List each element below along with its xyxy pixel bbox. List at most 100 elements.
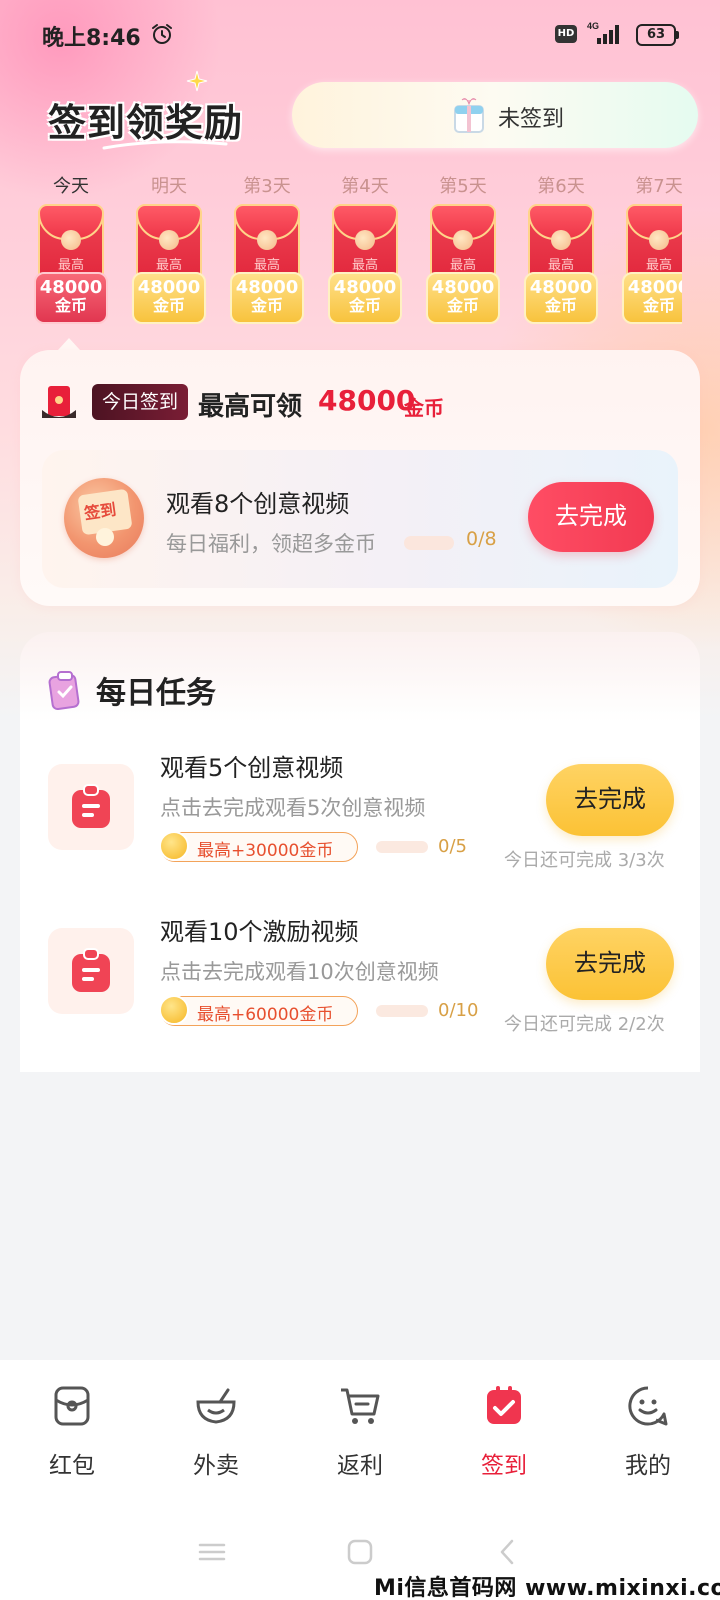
day-max-label: 最高 <box>351 258 378 273</box>
day-label: 今天 <box>53 176 89 197</box>
red-packet-icon <box>54 1386 90 1426</box>
task-remaining-text: 今日还可完成 2/2次 <box>504 1014 665 1035</box>
featured-task-title: 观看8个创意视频 <box>166 490 350 518</box>
task-progress-text: 0/10 <box>438 1000 479 1021</box>
day-amount-unit: 金币 <box>250 296 283 315</box>
coin-icon <box>159 995 189 1025</box>
status-time: 晚上8:46 <box>42 26 141 51</box>
day-reward-card[interactable]: 最高 48000金币 <box>426 204 500 326</box>
day-strip[interactable]: 今天 最高 48000 金币 明天 最高 48000 金币 第3天 最高 48000 金币 第4天 最高 4… <box>0 160 682 340</box>
nav-label: 我的 <box>625 1453 671 1479</box>
nav-item-rebate[interactable]: 返利 <box>310 1384 410 1494</box>
checkin-icon <box>487 1386 521 1424</box>
battery-level: 63 <box>636 24 676 46</box>
day-amount-unit: 金币 <box>152 296 185 315</box>
task-go-button[interactable]: 去完成 <box>546 764 674 836</box>
network-type: 4G <box>587 21 599 31</box>
task-title: 观看5个创意视频 <box>160 754 344 782</box>
day-amount: 48000 <box>39 277 103 298</box>
day-amount: 48000 <box>529 277 593 298</box>
signal-icon: 4G <box>587 21 619 44</box>
day-reward-card[interactable]: 最高 48000金币 <box>622 204 682 326</box>
day-amount: 48000 <box>627 277 682 298</box>
today-amount: 48000 <box>318 384 416 417</box>
today-signin-tag: 今日签到 <box>92 384 189 420</box>
back-icon[interactable] <box>492 1536 524 1568</box>
day-max-label: 最高 <box>449 258 476 273</box>
day-reward-card[interactable]: 最高 48000金币 <box>328 204 402 326</box>
task-progress-bar <box>376 1005 428 1017</box>
day-amount: 48000 <box>137 277 201 298</box>
envelope-seal <box>355 230 375 250</box>
hd-badge: HD <box>555 25 577 43</box>
day-label: 第7天 <box>635 176 682 197</box>
day-max-label: 最高 <box>155 258 182 273</box>
task-reward-pill: 最高+30000金币 <box>159 831 358 862</box>
envelope-seal <box>453 230 473 250</box>
nav-item-checkin[interactable]: 签到 <box>454 1384 554 1494</box>
menu-icon[interactable] <box>196 1536 228 1568</box>
featured-task-progress: 0/8 <box>466 528 497 550</box>
day-label: 第5天 <box>439 176 487 197</box>
featured-task-progress-bar <box>404 536 454 550</box>
featured-task-go-button[interactable]: 去完成 <box>528 482 654 552</box>
signin-status-text: 未签到 <box>498 107 565 132</box>
task-description: 点击去完成观看5次创意视频 <box>160 796 426 820</box>
day-label: 第4天 <box>341 176 389 197</box>
nav-item-red-packet[interactable]: 红包 <box>22 1384 122 1494</box>
day-label: 明天 <box>151 176 187 197</box>
today-amount-unit: 金币 <box>404 396 444 420</box>
day-amount-unit: 金币 <box>544 296 577 315</box>
day-reward-card[interactable]: 最高 48000金币 <box>524 204 598 326</box>
day-max-label: 最高 <box>645 258 672 273</box>
watermark-text: Mi信息首码网 www.mixinxi.com <box>374 1576 720 1600</box>
nav-item-profile[interactable]: 我的 <box>598 1384 698 1494</box>
battery-cap <box>676 31 679 39</box>
alarm-icon <box>152 24 172 44</box>
task-remaining-text: 今日还可完成 3/3次 <box>504 850 665 871</box>
task-list-icon <box>72 948 110 992</box>
daily-tasks-title: 每日任务 <box>96 676 216 711</box>
nav-label: 签到 <box>481 1453 527 1479</box>
cart-icon <box>341 1388 380 1424</box>
coin-icon <box>159 831 189 861</box>
sparkle-icon <box>186 70 208 92</box>
task-list-icon <box>72 784 110 828</box>
day-amount: 48000 <box>431 277 495 298</box>
nav-item-takeout[interactable]: 外卖 <box>166 1384 266 1494</box>
signin-badge-seal <box>96 528 114 546</box>
nav-label: 外卖 <box>193 1453 239 1479</box>
day-amount: 48000 <box>235 277 299 298</box>
envelope-seal <box>159 230 179 250</box>
battery-indicator: 63 <box>636 24 680 46</box>
nav-label: 红包 <box>49 1453 95 1479</box>
day-label: 第3天 <box>243 176 291 197</box>
signin-badge-text: 签到 <box>83 499 118 524</box>
day-max-label: 最高 <box>57 258 84 273</box>
day-reward-card[interactable]: 最高 48000金币 <box>132 204 206 326</box>
task-go-button[interactable]: 去完成 <box>546 928 674 1000</box>
day-reward-card[interactable]: 最高 48000金币 <box>34 204 108 326</box>
day-amount-unit: 金币 <box>348 296 381 315</box>
bowl-icon <box>196 1388 236 1424</box>
title-underline-swoosh <box>102 140 228 150</box>
featured-task-subtitle: 每日福利，领超多金币 <box>166 532 376 556</box>
day-reward-card[interactable]: 最高 48000金币 <box>230 204 304 326</box>
task-progress-bar <box>376 841 428 853</box>
status-bar: 晚上8:46 HD 4G 63 <box>0 0 720 70</box>
task-title: 观看10个激励视频 <box>160 918 359 946</box>
today-pointer <box>58 338 80 350</box>
day-max-label: 最高 <box>253 258 280 273</box>
task-reward-text: 最高+30000金币 <box>197 841 334 861</box>
envelope-seal <box>551 230 571 250</box>
envelope-seal <box>649 230 669 250</box>
day-label: 第6天 <box>537 176 585 197</box>
task-clipboard-icon <box>48 671 80 710</box>
task-reward-text: 最高+60000金币 <box>197 1005 334 1025</box>
task-description: 点击去完成观看10次创意视频 <box>160 960 439 984</box>
day-amount: 48000 <box>333 277 397 298</box>
day-amount-unit: 金币 <box>54 296 87 315</box>
home-icon[interactable] <box>344 1536 376 1568</box>
signin-status-pill[interactable] <box>292 82 698 148</box>
today-headline: 最高可领 <box>198 392 303 422</box>
